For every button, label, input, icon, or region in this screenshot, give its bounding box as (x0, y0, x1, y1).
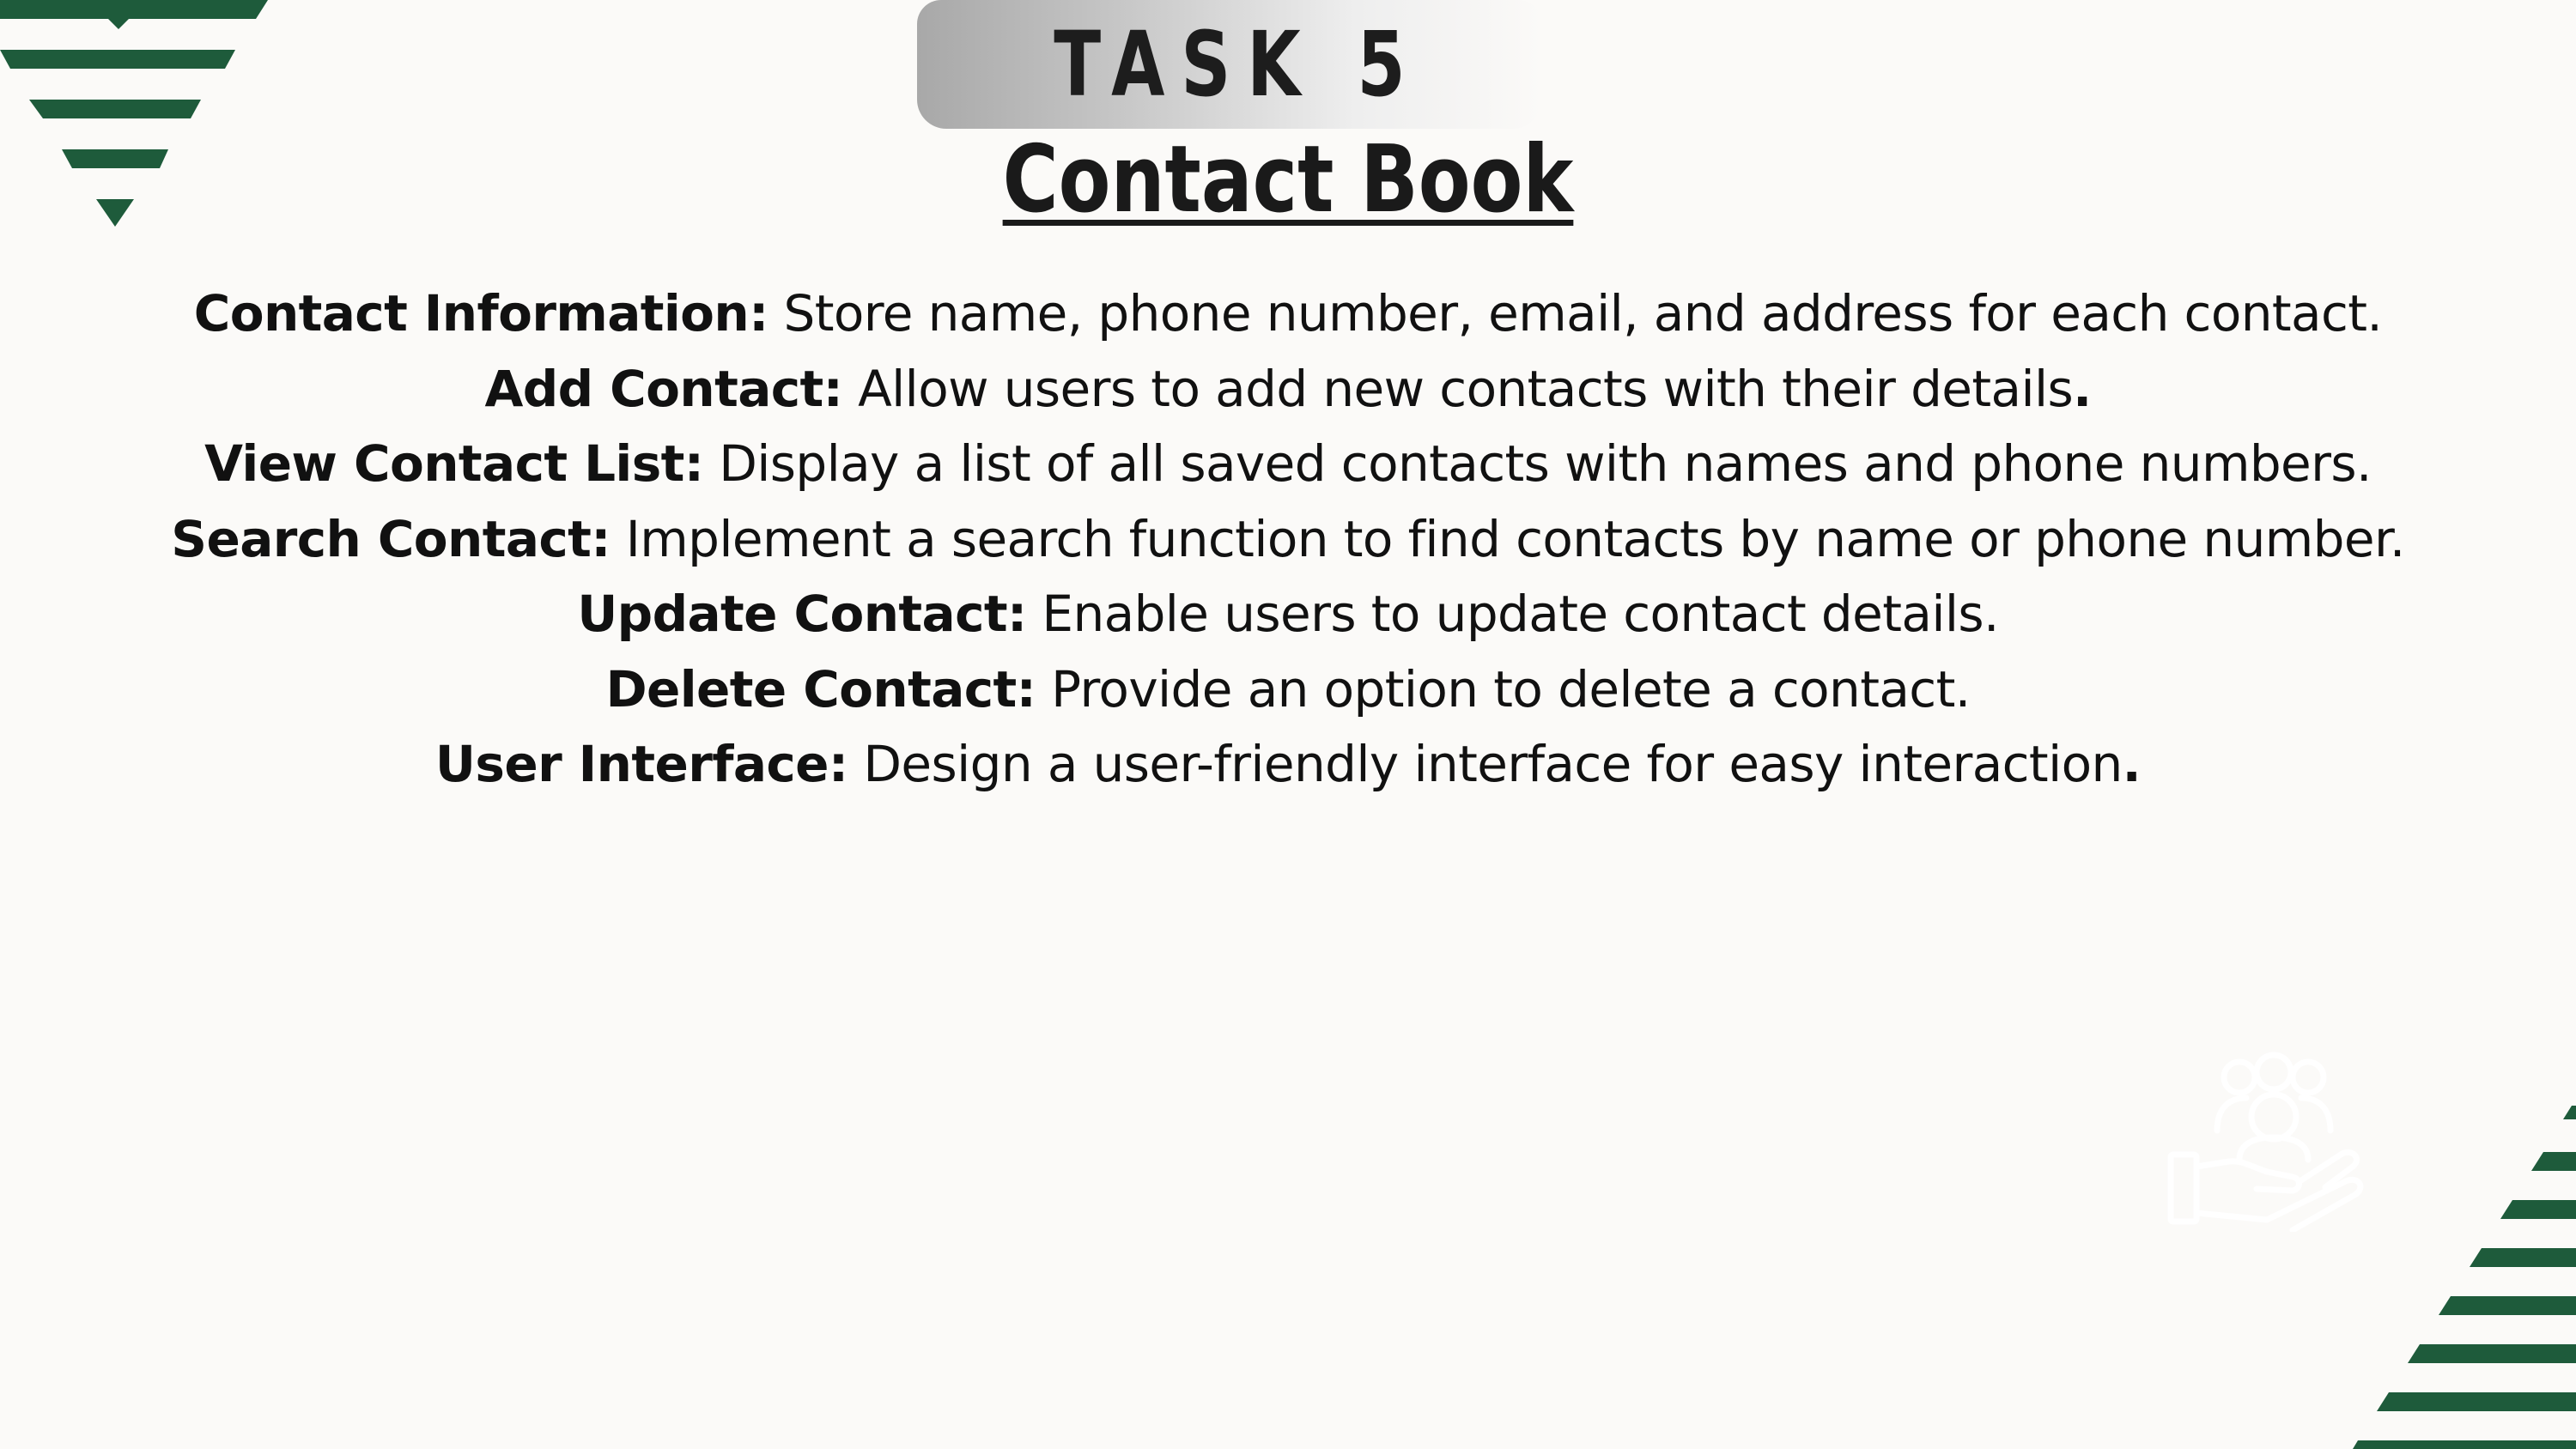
feature-description: Store name, phone number, email, and add… (768, 284, 2383, 343)
feature-item-search-contact: Search Contact: Implement a search funct… (52, 502, 2524, 578)
feature-description: Design a user-friendly interface for eas… (848, 735, 2123, 793)
feature-term: View Contact List: (204, 434, 704, 493)
feature-item-view-contact-list: View Contact List: Display a list of all… (52, 427, 2524, 502)
feature-description: Provide an option to delete a contact. (1036, 659, 1971, 718)
feature-end-punctuation: . (2122, 735, 2142, 793)
feature-item-contact-information: Contact Information: Store name, phone n… (52, 276, 2524, 352)
feature-item-user-interface: User Interface: Design a user-friendly i… (52, 727, 2524, 803)
feature-description: Display a list of all saved contacts wit… (703, 434, 2372, 493)
feature-term: Add Contact: (484, 359, 843, 418)
task-label: TASK 5 (1054, 12, 1422, 117)
feature-list: Contact Information: Store name, phone n… (52, 276, 2524, 803)
feature-item-delete-contact: Delete Contact: Provide an option to del… (52, 652, 2524, 728)
team-in-hand-icon (2167, 1052, 2364, 1232)
task-number-banner: TASK 5 (917, 0, 1542, 129)
feature-end-punctuation: . (2073, 359, 2092, 418)
feature-term: Contact Information: (193, 284, 769, 343)
green-stripes-bottom-right (2353, 1106, 2576, 1449)
feature-item-update-contact: Update Contact: Enable users to update c… (52, 577, 2524, 652)
feature-description: Implement a search function to find cont… (610, 509, 2406, 568)
feature-description: Allow users to add new contacts with the… (842, 359, 2074, 418)
feature-term: User Interface: (434, 735, 848, 793)
feature-description: Enable users to update contact details. (1026, 585, 1999, 643)
page-title: Contact Book (1002, 126, 1574, 233)
feature-item-add-contact: Add Contact: Allow users to add new cont… (52, 352, 2524, 427)
feature-term: Delete Contact: (605, 659, 1036, 718)
feature-term: Search Contact: (171, 509, 611, 568)
feature-term: Update Contact: (577, 585, 1027, 643)
